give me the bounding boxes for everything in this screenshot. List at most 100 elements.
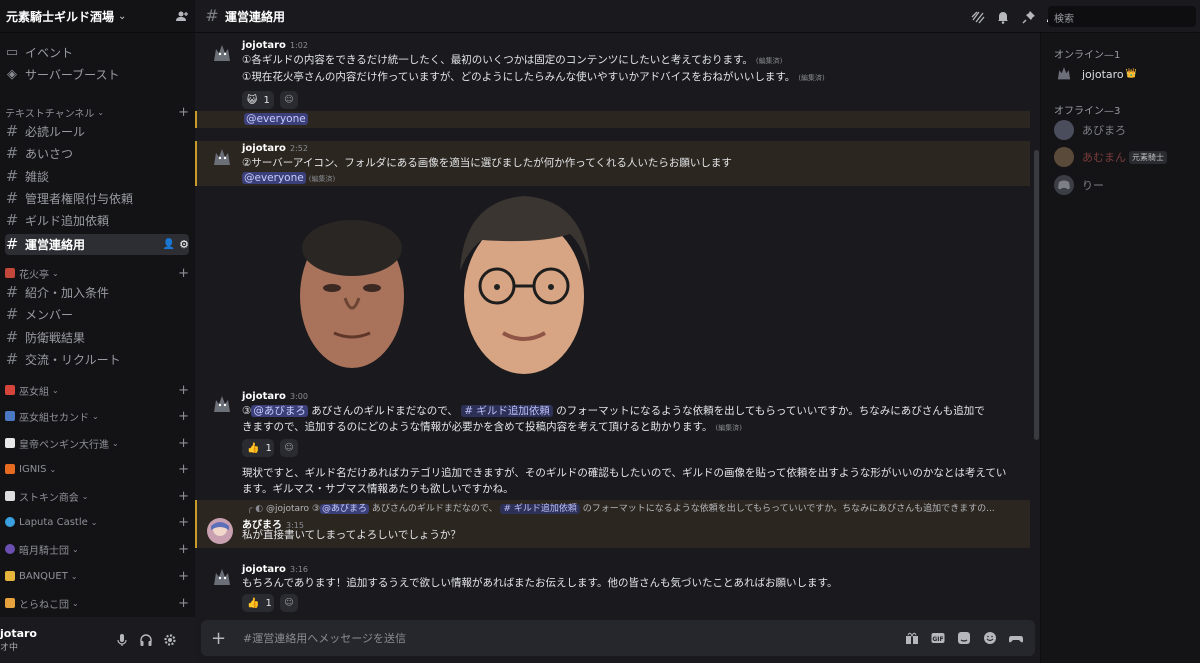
reply-preview[interactable]: ╭ ◐ @jojotaro ③ @あびまろ あびさんのギルドまだなので、 # ギル… [247,501,1024,518]
sidebar-item-label: 必読ルール [25,124,86,139]
sidebar-item-intro[interactable]: # 紹介・加入条件 [5,282,189,302]
user-mention[interactable]: @あびまろ [251,405,308,417]
add-channel-icon[interactable]: + [178,409,189,424]
message-author[interactable]: jojotaro 3:16 [242,564,308,575]
wolf-avatar-icon [1054,64,1074,84]
threads-icon[interactable] [971,10,985,24]
add-channel-icon[interactable]: + [178,462,189,477]
discord-window: 元素騎士ギルド酒場 ⌄ ▭ イベント ◈ サーバーブースト テキストチャンネル … [0,0,1200,663]
emoji-icon[interactable] [983,631,997,645]
search-input[interactable]: 検索 [1048,6,1196,27]
member-item[interactable]: あびまろ [1054,118,1126,142]
channel-sidebar: 元素騎士ギルド酒場 ⌄ ▭ イベント ◈ サーバーブースト テキストチャンネル … [0,0,195,663]
headphones-icon[interactable] [139,633,153,647]
category-hanabitei[interactable]: 花火亭 ⌄ + [5,263,189,283]
sidebar-item-server-boost[interactable]: ◈ サーバーブースト [5,64,189,84]
add-channel-icon[interactable]: + [178,383,189,398]
member-item[interactable]: あむまん 元素騎士 [1054,145,1167,169]
everyone-mention[interactable]: @everyone [242,172,306,184]
reaction-button[interactable]: 👍 1 [242,439,274,457]
category-label: 花火亭 [19,269,49,281]
everyone-mention[interactable]: @everyone [244,113,308,125]
message-list: jojotaro 1:02 ①各ギルドの内容をできるだけ統一したく、最初のいくつか… [195,33,1040,663]
category-item[interactable]: ストキン商会 ⌄ + [5,486,189,506]
attachment-image-man-1[interactable] [290,208,415,373]
avatar[interactable] [209,145,235,171]
chat-scrollbar[interactable] [1034,150,1039,440]
calendar-icon: ▭ [5,44,19,60]
settings-gear-icon[interactable] [163,633,177,647]
user-info[interactable]: jotaro オ中 [0,627,37,653]
message-author[interactable]: jojotaro 1:02 [242,40,308,51]
category-item[interactable]: 暗月騎士団 ⌄ + [5,539,189,559]
gear-icon[interactable]: ⚙ [179,238,189,251]
category-item[interactable]: 巫女組 ⌄ + [5,380,189,400]
gift-icon[interactable] [905,631,919,645]
sidebar-item-members[interactable]: # メンバー [5,304,189,324]
reaction-button[interactable]: 😺 1 [242,91,274,109]
member-name: あびまろ [1082,124,1126,137]
sidebar-item-rules[interactable]: # 必読ルール [5,121,189,141]
wolf-avatar-icon [209,565,235,591]
sidebar-item-operations[interactable]: # 運営連絡用 👤 ⚙ [5,234,189,255]
sticker-icon[interactable] [957,631,971,645]
add-channel-icon[interactable]: + [178,266,189,281]
category-label: とらねこ団 [19,599,69,611]
sidebar-item-greetings[interactable]: # あいさつ [5,143,189,163]
avatar[interactable] [209,41,235,67]
member-item[interactable]: jojotaro 👑 [1054,62,1137,86]
sidebar-item-defense[interactable]: # 防衛戦結果 [5,327,189,347]
category-label: テキストチャンネル [5,108,95,120]
category-emoji-icon [5,517,15,527]
sidebar-item-admin-request[interactable]: # 管理者権限付与依頼 [5,188,189,208]
add-channel-icon[interactable]: + [178,436,189,451]
sidebar-item-label: メンバー [25,307,74,322]
user-panel: jotaro オ中 [0,617,195,663]
category-item[interactable]: 皇帝ペンギン大行進 ⌄ + [5,433,189,453]
sidebar-item-recruit[interactable]: # 交流・リクルート [5,349,189,369]
category-item[interactable]: Laputa Castle ⌄ + [5,512,189,532]
gif-icon[interactable]: GIF [931,631,945,645]
category-item[interactable]: IGNIS ⌄ + [5,459,189,479]
add-channel-icon[interactable]: + [178,515,189,530]
category-item[interactable]: BANQUET ⌄ + [5,566,189,586]
unused-icon [1022,10,1036,24]
bell-icon[interactable] [996,10,1010,24]
attachment-image-man-2[interactable] [445,191,603,376]
add-channel-icon[interactable]: + [178,596,189,611]
add-reaction-icon[interactable]: ☺ [280,439,298,457]
invite-icon[interactable] [175,9,189,23]
add-reaction-icon[interactable]: ☺ [280,91,298,109]
add-channel-icon[interactable]: + [178,569,189,584]
server-header[interactable]: 元素騎士ギルド酒場 ⌄ [0,0,195,33]
server-name: 元素騎士ギルド酒場 [6,9,115,24]
hash-icon: # [5,210,19,229]
character-avatar-icon [207,518,233,544]
add-channel-icon[interactable]: + [178,542,189,557]
avatar[interactable] [207,518,233,544]
avatar[interactable] [209,565,235,591]
gamepad-icon[interactable] [1009,631,1023,645]
sidebar-item-chat[interactable]: # 雑談 [5,166,189,186]
channel-link[interactable]: # ギルド追加依頼 [461,405,553,417]
member-name: あむまん [1082,151,1126,164]
message-author[interactable]: jojotaro 2:52 [242,143,308,154]
thumbs-up-icon: 👍 [247,597,260,609]
message-composer[interactable]: + #運営連絡用へメッセージを送信 GIF [201,620,1035,656]
sidebar-item-events[interactable]: ▭ イベント [5,42,189,62]
add-channel-icon[interactable]: + [178,105,189,120]
avatar[interactable] [209,392,235,418]
category-item[interactable]: とらねこ団 ⌄ + [5,593,189,613]
category-item[interactable]: 巫女組セカンド ⌄ + [5,406,189,426]
message-author[interactable]: jojotaro 3:00 [242,391,308,402]
microphone-icon[interactable] [115,633,129,647]
sidebar-item-guild-add-request[interactable]: # ギルド追加依頼 [5,210,189,230]
invite-icon[interactable]: 👤 [163,239,175,250]
category-text-channels[interactable]: テキストチャンネル ⌄ + [5,102,189,122]
add-channel-icon[interactable]: + [178,489,189,504]
member-item[interactable]: りー [1054,173,1104,197]
add-attachment-icon[interactable]: + [211,628,231,649]
add-reaction-icon[interactable]: ☺ [280,594,298,612]
reaction-button[interactable]: 👍 1 [242,594,274,612]
sidebar-item-label: あいさつ [25,146,74,161]
